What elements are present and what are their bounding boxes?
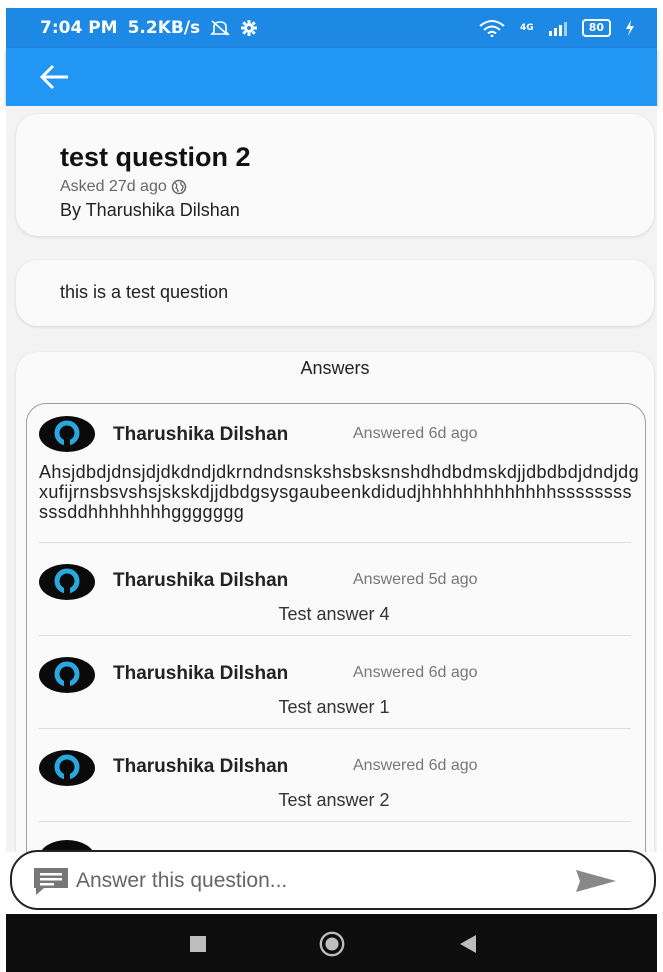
user-avatar-icon xyxy=(54,568,80,596)
answer-author: Tharushika Dilshan xyxy=(113,424,289,445)
wifi-icon xyxy=(479,20,505,37)
question-asked: Asked 27d ago xyxy=(60,178,187,196)
send-icon xyxy=(576,870,616,892)
answer-item: Tharushika Dilshan Answered 6d ago Test … xyxy=(39,653,629,723)
answer-author: Tharushika Dilshan xyxy=(113,663,289,684)
battery-level: 80 xyxy=(588,21,604,34)
settings-gear-icon xyxy=(241,20,258,36)
answer-text: Test answer 4 xyxy=(278,604,390,624)
status-time: 7:04 PM xyxy=(40,18,118,38)
answer-time: Answered 6d ago xyxy=(353,664,478,681)
answers-heading: Answers xyxy=(300,358,370,378)
avatar[interactable] xyxy=(39,564,95,600)
answer-divider xyxy=(39,635,631,636)
user-avatar-icon xyxy=(54,754,80,782)
answer-text: Ahsjdbdjdnsjdjdkdndjdkrndndsnskshsbsksns… xyxy=(39,462,639,522)
cell-signal-icon xyxy=(548,22,567,36)
question-author: By Tharushika Dilshan xyxy=(60,200,240,220)
answers-list: Tharushika Dilshan Answered 6d ago Ahsjd… xyxy=(26,403,646,852)
answer-divider xyxy=(39,542,631,543)
answer-divider xyxy=(39,728,631,729)
answer-item: Tharushika Dilshan Answered 5d ago Test … xyxy=(39,560,629,630)
status-bar-left: 7:04 PM 5.2KB/s xyxy=(40,18,258,38)
charging-bolt-icon xyxy=(626,20,634,36)
question-title: test question 2 xyxy=(60,142,251,172)
answer-time: Answered 6d ago xyxy=(353,757,478,774)
globe-icon xyxy=(171,179,186,195)
answer-item: Tharushika Dilshan Answered 6d ago Ahsjd… xyxy=(39,412,639,542)
status-bar: 7:04 PM 5.2KB/s 4G 80 xyxy=(6,8,657,48)
system-nav-bar xyxy=(6,914,657,972)
status-bar-right: 4G 80 xyxy=(478,19,635,37)
user-avatar-icon xyxy=(54,420,80,448)
answer-item: Tharushika Dilshan Answered 6d ago Test … xyxy=(39,746,629,816)
answer-author: Tharushika Dilshan xyxy=(113,570,289,591)
triangle-back-icon xyxy=(460,935,476,953)
answer-input-bar xyxy=(10,850,656,910)
battery-icon: 80 xyxy=(581,19,611,37)
status-net-speed: 5.2KB/s xyxy=(127,18,201,38)
user-avatar-icon xyxy=(54,661,80,689)
app-bar xyxy=(6,48,657,106)
back-button[interactable] xyxy=(34,60,74,94)
question-detail-content: test question 2 Asked 27d ago By Tharush… xyxy=(6,106,657,852)
question-asked-text: Asked 27d ago xyxy=(60,178,167,195)
answer-time: Answered 5d ago xyxy=(353,571,478,588)
answer-author: Tharushika Dilshan xyxy=(113,756,289,777)
avatar[interactable] xyxy=(39,657,95,693)
square-icon xyxy=(190,936,206,952)
answer-text: Test answer 2 xyxy=(278,790,390,810)
question-body: this is a test question xyxy=(60,282,229,302)
notifications-off-icon xyxy=(210,20,231,36)
home-button[interactable] xyxy=(318,930,346,958)
answer-text: Test answer 1 xyxy=(278,697,390,717)
avatar[interactable] xyxy=(39,416,95,452)
network-type: 4G xyxy=(520,23,534,33)
question-header-card: test question 2 Asked 27d ago By Tharush… xyxy=(16,114,654,236)
avatar[interactable] xyxy=(39,750,95,786)
arrow-back-icon xyxy=(39,64,68,90)
send-button[interactable] xyxy=(574,868,618,899)
circle-icon xyxy=(319,931,345,957)
recent-apps-button[interactable] xyxy=(184,930,212,958)
comment-icon xyxy=(34,868,68,895)
back-nav-button[interactable] xyxy=(454,930,482,958)
question-body-card: this is a test question xyxy=(16,260,654,326)
answer-input[interactable] xyxy=(74,866,558,896)
answer-divider xyxy=(39,821,631,822)
answer-time: Answered 6d ago xyxy=(353,425,478,442)
